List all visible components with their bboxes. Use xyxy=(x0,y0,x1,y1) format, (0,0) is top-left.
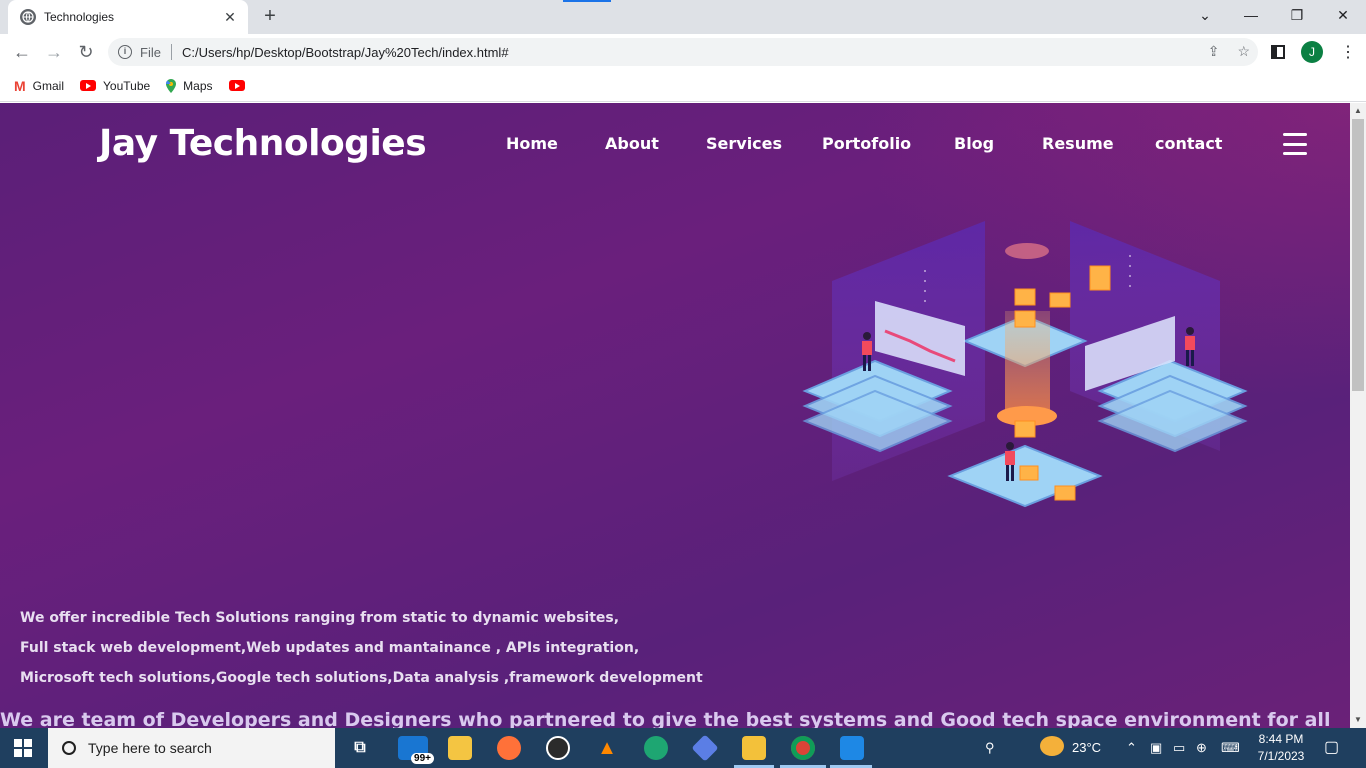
youtube-icon xyxy=(228,80,245,91)
browser-tab[interactable]: Technologies ✕ xyxy=(8,0,248,34)
tab-close-icon[interactable]: ✕ xyxy=(222,9,238,26)
bookmark-youtube-2[interactable] xyxy=(228,80,245,91)
windows-taskbar: Type here to search ⧉ 99+ ▲ ⚲ 23°C ⌃ ▣ ▭… xyxy=(0,728,1366,768)
hamburger-menu-icon[interactable] xyxy=(1283,133,1307,155)
new-tab-button[interactable]: + xyxy=(258,4,282,28)
weather-icon[interactable] xyxy=(1040,736,1064,756)
scroll-down-arrow-icon[interactable]: ▼ xyxy=(1354,715,1362,724)
restore-button[interactable]: ❐ xyxy=(1274,0,1320,30)
gmail-icon: M xyxy=(14,77,26,94)
scroll-up-arrow-icon[interactable]: ▲ xyxy=(1354,106,1362,115)
tab-title: Technologies xyxy=(44,10,115,24)
nav-portfolio[interactable]: Portofolio xyxy=(822,134,911,153)
page-scrollbar[interactable]: ▲ ▼ xyxy=(1350,103,1366,728)
bookmark-star-icon[interactable]: ☆ xyxy=(1237,43,1250,60)
windows-start-icon[interactable] xyxy=(14,739,32,757)
firefox-icon[interactable] xyxy=(497,736,521,760)
media-player-icon[interactable] xyxy=(546,736,570,760)
brand-logo[interactable]: Jay Technologies xyxy=(99,123,427,164)
tray-chevron-icon[interactable]: ⌃ xyxy=(1126,740,1137,756)
site-info-icon[interactable]: i xyxy=(118,45,132,59)
intro-line: Full stack web development,Web updates a… xyxy=(20,640,640,656)
intro-line: Microsoft tech solutions,Google tech sol… xyxy=(20,670,703,686)
intro-text: We offer incredible Tech Solutions rangi… xyxy=(20,603,703,693)
people-icon[interactable]: ⚲ xyxy=(985,740,995,756)
nav-contact[interactable]: contact xyxy=(1155,134,1222,153)
taskbar-search[interactable]: Type here to search xyxy=(48,728,335,768)
tagline-heading: We are team of Developers and Designers … xyxy=(0,709,1331,728)
vlc-icon[interactable]: ▲ xyxy=(595,736,619,760)
network-icon[interactable]: ⊕ xyxy=(1196,740,1207,756)
omnibox-divider xyxy=(170,44,172,60)
clock-date: 7/1/2023 xyxy=(1257,749,1305,763)
menu-kebab-icon[interactable]: ⋮ xyxy=(1340,42,1356,62)
edge-icon[interactable] xyxy=(644,736,668,760)
notification-icon[interactable]: ▢ xyxy=(1324,737,1339,757)
bookmark-maps[interactable]: Maps xyxy=(166,78,213,93)
nav-home[interactable]: Home xyxy=(506,134,558,153)
reload-button[interactable]: ↻ xyxy=(72,38,100,66)
task-view-icon[interactable]: ⧉ xyxy=(348,736,372,760)
hero-illustration xyxy=(802,221,1248,508)
url-text[interactable]: C:/Users/hp/Desktop/Bootstrap/Jay%20Tech… xyxy=(182,45,509,60)
address-bar[interactable]: i File C:/Users/hp/Desktop/Bootstrap/Jay… xyxy=(108,38,1258,66)
nav-resume[interactable]: Resume xyxy=(1042,134,1114,153)
scheme-label: File xyxy=(140,44,161,60)
file-explorer-icon[interactable] xyxy=(742,736,766,760)
bookmark-label: YouTube xyxy=(103,78,151,93)
search-icon xyxy=(62,741,76,755)
store-icon[interactable] xyxy=(448,736,472,760)
intro-line: We offer incredible Tech Solutions rangi… xyxy=(20,610,620,626)
vscode-icon[interactable] xyxy=(840,736,864,760)
taskbar-clock[interactable]: 8:44 PM 7/1/2023 xyxy=(1256,731,1306,765)
keyboard-icon[interactable]: ⌨ xyxy=(1221,740,1240,756)
globe-icon xyxy=(20,9,36,25)
mail-badge: 99+ xyxy=(411,753,434,764)
page-viewport: Jay Technologies Home About Services Por… xyxy=(0,103,1350,728)
bookmark-youtube[interactable]: YouTube xyxy=(80,79,150,93)
weather-temp[interactable]: 23°C xyxy=(1072,740,1101,755)
tab-search-chevron-icon[interactable]: ⌄ xyxy=(1182,0,1228,30)
nav-services[interactable]: Services xyxy=(706,134,782,153)
tab-strip: Technologies ✕ + ⌄ — ❐ ✕ xyxy=(0,0,1366,34)
bookmarks-bar: M Gmail YouTube Maps xyxy=(0,70,1366,102)
nav-blog[interactable]: Blog xyxy=(954,134,994,153)
clock-time: 8:44 PM xyxy=(1258,732,1304,746)
browser-toolbar: ← → ↻ i File C:/Users/hp/Desktop/Bootstr… xyxy=(0,34,1366,70)
nav-about[interactable]: About xyxy=(605,134,659,153)
bookmark-label: Maps xyxy=(183,78,213,93)
bookmark-gmail[interactable]: M Gmail xyxy=(14,78,64,94)
battery-icon[interactable]: ▭ xyxy=(1173,740,1185,756)
close-window-button[interactable]: ✕ xyxy=(1320,0,1366,30)
meet-now-icon[interactable]: ▣ xyxy=(1150,740,1162,756)
forward-button[interactable]: → xyxy=(40,38,68,66)
youtube-icon xyxy=(80,80,97,91)
minimize-button[interactable]: — xyxy=(1228,0,1274,30)
back-button[interactable]: ← xyxy=(8,38,36,66)
share-icon[interactable]: ⇪ xyxy=(1208,43,1220,60)
mail-icon[interactable]: 99+ xyxy=(398,736,434,764)
maps-icon xyxy=(166,78,177,93)
profile-avatar[interactable]: J xyxy=(1301,41,1323,63)
bookmark-label: Gmail xyxy=(32,78,65,93)
side-panel-icon[interactable] xyxy=(1271,45,1285,59)
chrome-icon[interactable] xyxy=(791,736,815,760)
scrollbar-thumb[interactable] xyxy=(1352,119,1364,391)
copilot-icon[interactable] xyxy=(691,734,719,762)
search-placeholder: Type here to search xyxy=(88,740,212,756)
tab-search-indicator xyxy=(563,0,611,2)
